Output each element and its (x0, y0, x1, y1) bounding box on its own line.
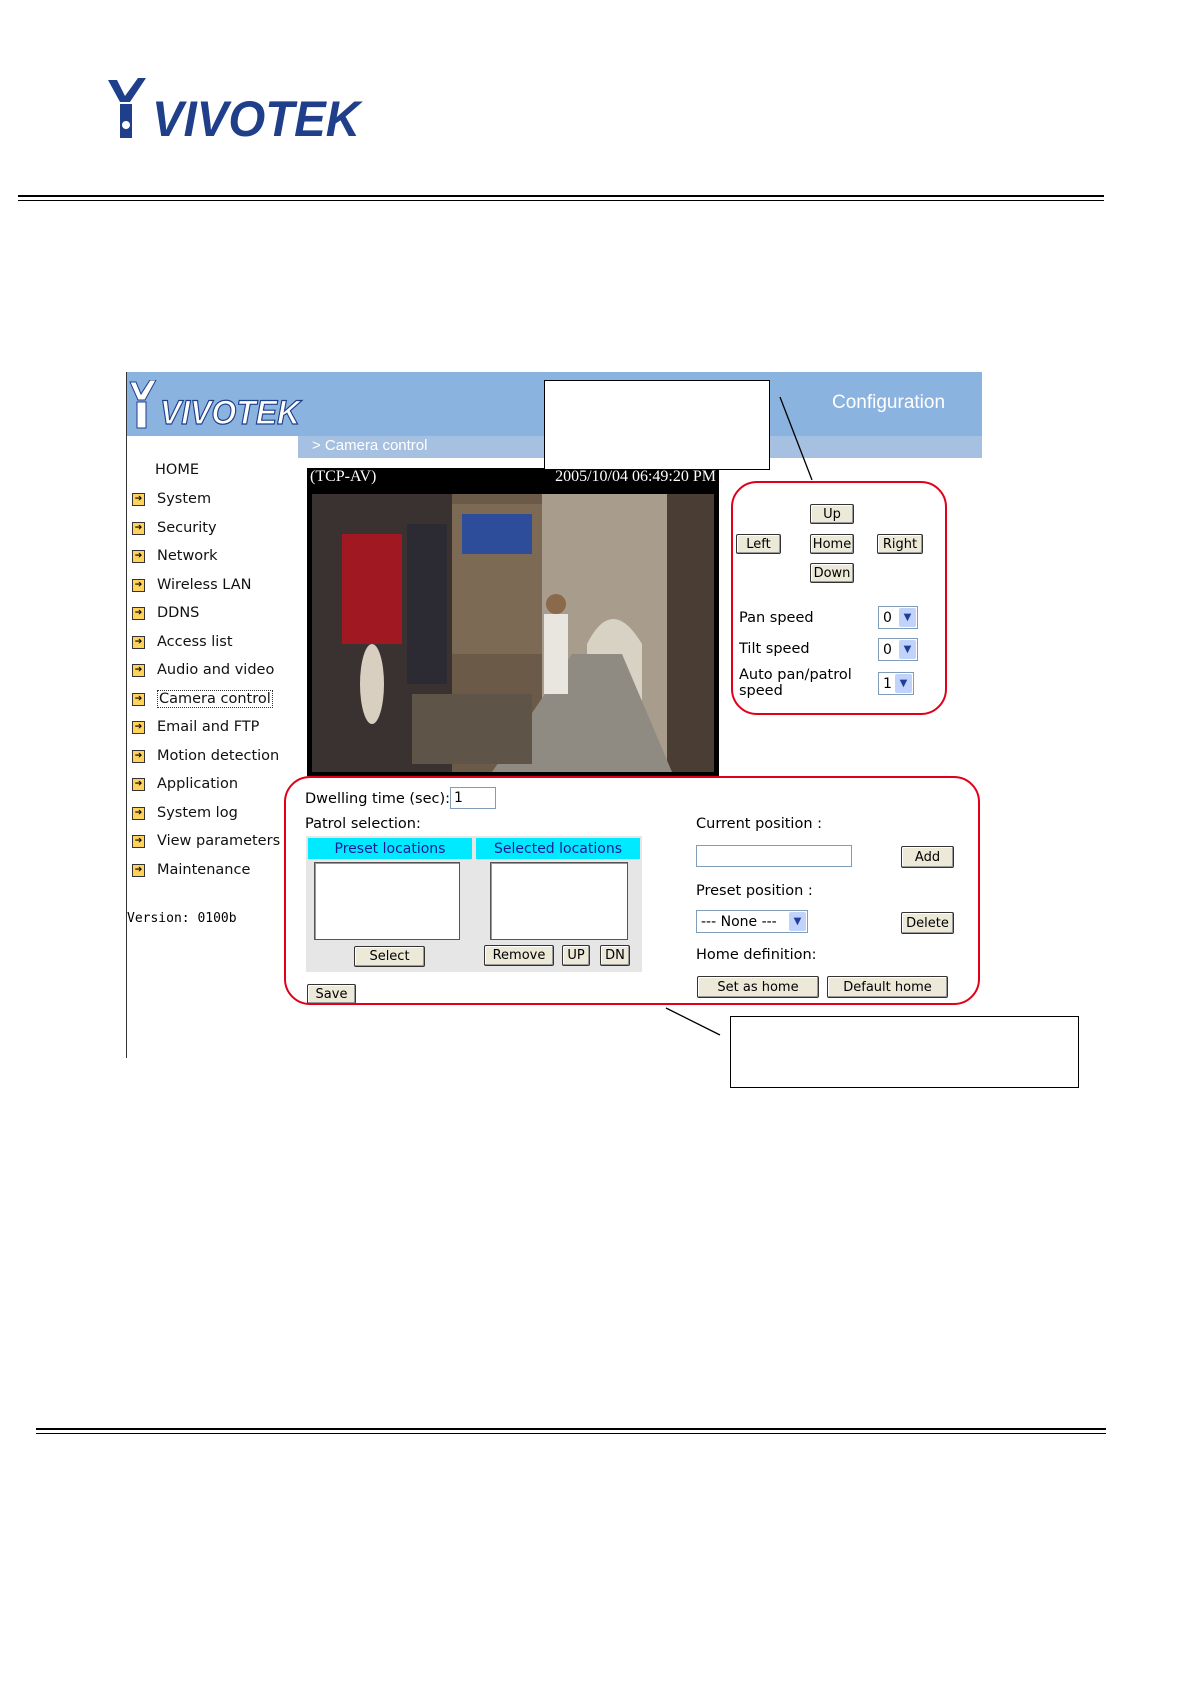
footer-rule-thin (36, 1433, 1106, 1434)
footer-rule (36, 1428, 1106, 1430)
callout-leader-lines (665, 396, 813, 1036)
